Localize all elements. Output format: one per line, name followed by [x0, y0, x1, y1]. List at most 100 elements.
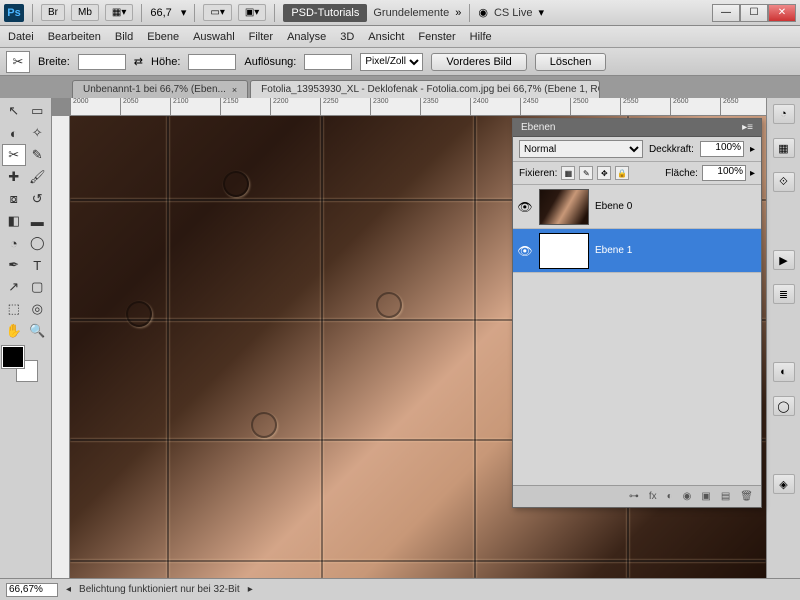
panel-menu-icon[interactable]: ▸≡ [742, 122, 753, 133]
mask-icon[interactable]: ◐ [667, 491, 673, 502]
visibility-icon[interactable]: 👁 [517, 244, 533, 258]
menu-ebene[interactable]: Ebene [147, 31, 179, 43]
width-input[interactable] [78, 54, 126, 70]
lasso-tool[interactable]: ◐ [2, 122, 26, 144]
menu-ansicht[interactable]: Ansicht [368, 31, 404, 43]
ruler-horizontal[interactable]: 2000205021002150220022502300235024002450… [70, 98, 766, 116]
layer-thumbnail[interactable] [539, 189, 589, 225]
lock-position-icon[interactable]: ✥ [597, 166, 611, 180]
blend-mode-select[interactable]: Normal [519, 140, 643, 158]
arrange-button[interactable]: ▭▾ [203, 4, 231, 21]
swap-icon[interactable]: ⇄ [134, 55, 143, 68]
actions-panel-icon[interactable]: ▶ [773, 250, 795, 270]
cslive-button[interactable]: CS Live [494, 7, 533, 19]
history-panel-icon[interactable]: ≣ [773, 284, 795, 304]
path-tool[interactable]: ↗ [2, 276, 26, 298]
layer-thumbnail[interactable] [539, 233, 589, 269]
new-layer-icon[interactable]: ▤ [721, 491, 730, 502]
eyedropper-tool[interactable]: ✎ [26, 144, 50, 166]
swatches-panel-icon[interactable]: ▦ [773, 138, 795, 158]
crop-tool[interactable]: ✂ [2, 144, 26, 166]
adjust-panel-icon[interactable]: ◐ [773, 362, 795, 382]
foreground-color[interactable] [2, 346, 24, 368]
trash-icon[interactable]: 🗑 [740, 491, 753, 502]
zoom-tool[interactable]: 🔍 [26, 320, 50, 342]
menu-auswahl[interactable]: Auswahl [193, 31, 235, 43]
color-swatches[interactable] [2, 346, 38, 382]
close-button[interactable]: ✕ [768, 4, 796, 22]
layers-footer: ⊶ fx ◐ ◉ ▣ ▤ 🗑 [513, 485, 761, 507]
zoom-input[interactable] [6, 583, 58, 597]
fx-icon[interactable]: fx [649, 491, 657, 502]
group-icon[interactable]: ▣ [701, 491, 710, 502]
toolbox: ↖▭ ◐✧ ✂✎ ✚🖌 ⧇↺ ◧▬ ◔◯ ✒T ↗▢ ⬚◎ ✋🔍 [0, 98, 52, 578]
bridge-button[interactable]: Br [41, 4, 65, 21]
visibility-icon[interactable]: 👁 [517, 200, 533, 214]
lock-transparency-icon[interactable]: ▦ [561, 166, 575, 180]
pen-tool[interactable]: ✒ [2, 254, 26, 276]
heal-tool[interactable]: ✚ [2, 166, 26, 188]
layer-name[interactable]: Ebene 0 [595, 201, 632, 212]
color-panel-icon[interactable]: ◔ [773, 104, 795, 124]
app-icon: Ps [4, 4, 24, 22]
mask-panel-icon[interactable]: ◯ [773, 396, 795, 416]
fill-value[interactable]: 100% [702, 165, 746, 181]
height-input[interactable] [188, 54, 236, 70]
menu-datei[interactable]: Datei [8, 31, 34, 43]
menu-filter[interactable]: Filter [249, 31, 273, 43]
layers-panel: Ebenen ▸≡ Normal Deckkraft: 100%▸ Fixier… [512, 118, 762, 508]
dodge-tool[interactable]: ◯ [26, 232, 50, 254]
clear-button[interactable]: Löschen [535, 53, 607, 71]
gradient-tool[interactable]: ▬ [26, 210, 50, 232]
front-image-button[interactable]: Vorderes Bild [431, 53, 526, 71]
layer-row[interactable]: 👁 Ebene 0 [513, 185, 761, 229]
layers-panel-icon[interactable]: ◈ [773, 474, 795, 494]
hand-tool[interactable]: ✋ [2, 320, 26, 342]
screenmode-button[interactable]: ▦▾ [105, 4, 133, 21]
close-icon[interactable]: × [232, 85, 237, 95]
lock-pixels-icon[interactable]: ✎ [579, 166, 593, 180]
menu-fenster[interactable]: Fenster [418, 31, 455, 43]
menu-hilfe[interactable]: Hilfe [470, 31, 492, 43]
menu-analyse[interactable]: Analyse [287, 31, 326, 43]
document-tab[interactable]: Fotolia_13953930_XL - Deklofenak - Fotol… [250, 80, 600, 98]
opacity-value[interactable]: 100% [700, 141, 744, 157]
3dcam-tool[interactable]: ◎ [26, 298, 50, 320]
cslive-icon: ◉ [478, 6, 488, 19]
type-tool[interactable]: T [26, 254, 50, 276]
marquee-tool[interactable]: ▭ [26, 100, 50, 122]
tab-label: Fotolia_13953930_XL - Deklofenak - Fotol… [261, 84, 600, 95]
shape-tool[interactable]: ▢ [26, 276, 50, 298]
styles-panel-icon[interactable]: ⟐ [773, 172, 795, 192]
menu-bild[interactable]: Bild [115, 31, 133, 43]
workspace-name[interactable]: PSD-Tutorials [283, 4, 367, 22]
ruler-vertical[interactable] [52, 116, 70, 578]
adjustment-icon[interactable]: ◉ [683, 491, 692, 502]
maximize-button[interactable]: ☐ [740, 4, 768, 22]
minibridge-button[interactable]: Mb [71, 4, 99, 21]
chevron-right-icon[interactable]: » [455, 7, 461, 19]
lock-all-icon[interactable]: 🔒 [615, 166, 629, 180]
3d-tool[interactable]: ⬚ [2, 298, 26, 320]
move-tool[interactable]: ↖ [2, 100, 26, 122]
wand-tool[interactable]: ✧ [26, 122, 50, 144]
blur-tool[interactable]: ◔ [2, 232, 26, 254]
menu-bearbeiten[interactable]: Bearbeiten [48, 31, 101, 43]
history-brush-tool[interactable]: ↺ [26, 188, 50, 210]
link-icon[interactable]: ⊶ [629, 491, 639, 502]
unit-select[interactable]: Pixel/Zoll [360, 53, 423, 71]
panel-title[interactable]: Ebenen [521, 122, 555, 133]
zoom-display[interactable]: 66,7 [150, 7, 171, 19]
layer-row[interactable]: 👁 Ebene 1 [513, 229, 761, 273]
menu-3d[interactable]: 3D [340, 31, 354, 43]
screenmode2-button[interactable]: ▣▾ [238, 4, 266, 21]
brush-tool[interactable]: 🖌 [26, 166, 50, 188]
resolution-input[interactable] [304, 54, 352, 70]
crop-tool-icon[interactable]: ✂ [6, 51, 30, 73]
document-tab[interactable]: Unbenannt-1 bei 66,7% (Eben... × [72, 80, 248, 98]
workspace-sub[interactable]: Grundelemente [373, 7, 449, 19]
eraser-tool[interactable]: ◧ [2, 210, 26, 232]
layer-name[interactable]: Ebene 1 [595, 245, 632, 256]
minimize-button[interactable]: — [712, 4, 740, 22]
stamp-tool[interactable]: ⧇ [2, 188, 26, 210]
